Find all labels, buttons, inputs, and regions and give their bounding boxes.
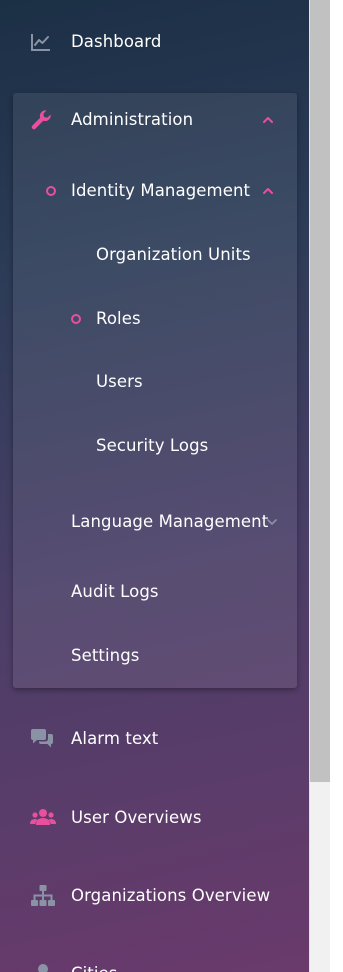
menu-item-label: Dashboard bbox=[71, 32, 162, 51]
menu-item-settings[interactable]: Settings bbox=[0, 632, 309, 680]
sidebar-menu: Dashboard Administration Identity Manage… bbox=[0, 0, 309, 972]
menu-item-label: Alarm text bbox=[71, 729, 159, 748]
menu-item-label: Administration bbox=[71, 110, 194, 129]
menu-item-administration[interactable]: Administration bbox=[0, 96, 309, 144]
menu-item-label: Cities bbox=[71, 950, 118, 972]
menu-item-label: Audit Logs bbox=[71, 582, 159, 601]
menu-item-label: User Overviews bbox=[71, 808, 202, 827]
wrench-icon bbox=[29, 108, 55, 132]
menu-item-organization-units[interactable]: Organization Units bbox=[0, 231, 309, 279]
menu-item-user-overviews[interactable]: User Overviews bbox=[0, 794, 309, 842]
menu-item-alarm-text[interactable]: Alarm text bbox=[0, 715, 309, 763]
chevron-up-icon bbox=[262, 114, 274, 126]
menu-item-organizations-overview[interactable]: Organizations Overview bbox=[0, 872, 309, 920]
menu-item-label: Roles bbox=[96, 309, 141, 328]
menu-item-dashboard[interactable]: Dashboard bbox=[0, 18, 309, 66]
scrollbar-thumb[interactable] bbox=[310, 0, 330, 782]
users-icon bbox=[30, 806, 56, 830]
menu-item-label: Identity Management bbox=[71, 181, 251, 200]
sitemap-icon bbox=[30, 884, 56, 908]
menu-item-audit-logs[interactable]: Audit Logs bbox=[0, 568, 309, 616]
menu-item-security-logs[interactable]: Security Logs bbox=[0, 422, 309, 470]
menu-item-cities[interactable]: Cities bbox=[0, 950, 309, 972]
person-icon bbox=[30, 962, 56, 972]
menu-item-label: Security Logs bbox=[96, 436, 209, 455]
menu-item-label: Organization Units bbox=[96, 245, 251, 264]
comments-icon bbox=[29, 727, 55, 751]
menu-item-label: Organizations Overview bbox=[71, 886, 271, 905]
menu-item-identity-management[interactable]: Identity Management bbox=[0, 167, 309, 215]
menu-item-roles[interactable]: Roles bbox=[0, 295, 309, 343]
bullet-icon bbox=[71, 314, 81, 324]
chevron-down-icon bbox=[266, 516, 278, 528]
bullet-icon bbox=[46, 186, 56, 196]
menu-item-label: Language Management bbox=[71, 512, 269, 531]
menu-item-label: Users bbox=[96, 372, 143, 391]
menu-item-language-management[interactable]: Language Management bbox=[0, 498, 309, 546]
menu-item-users[interactable]: Users bbox=[0, 358, 309, 406]
menu-item-label: Settings bbox=[71, 646, 140, 665]
chart-line-icon bbox=[29, 30, 55, 54]
chevron-up-icon bbox=[262, 185, 274, 197]
